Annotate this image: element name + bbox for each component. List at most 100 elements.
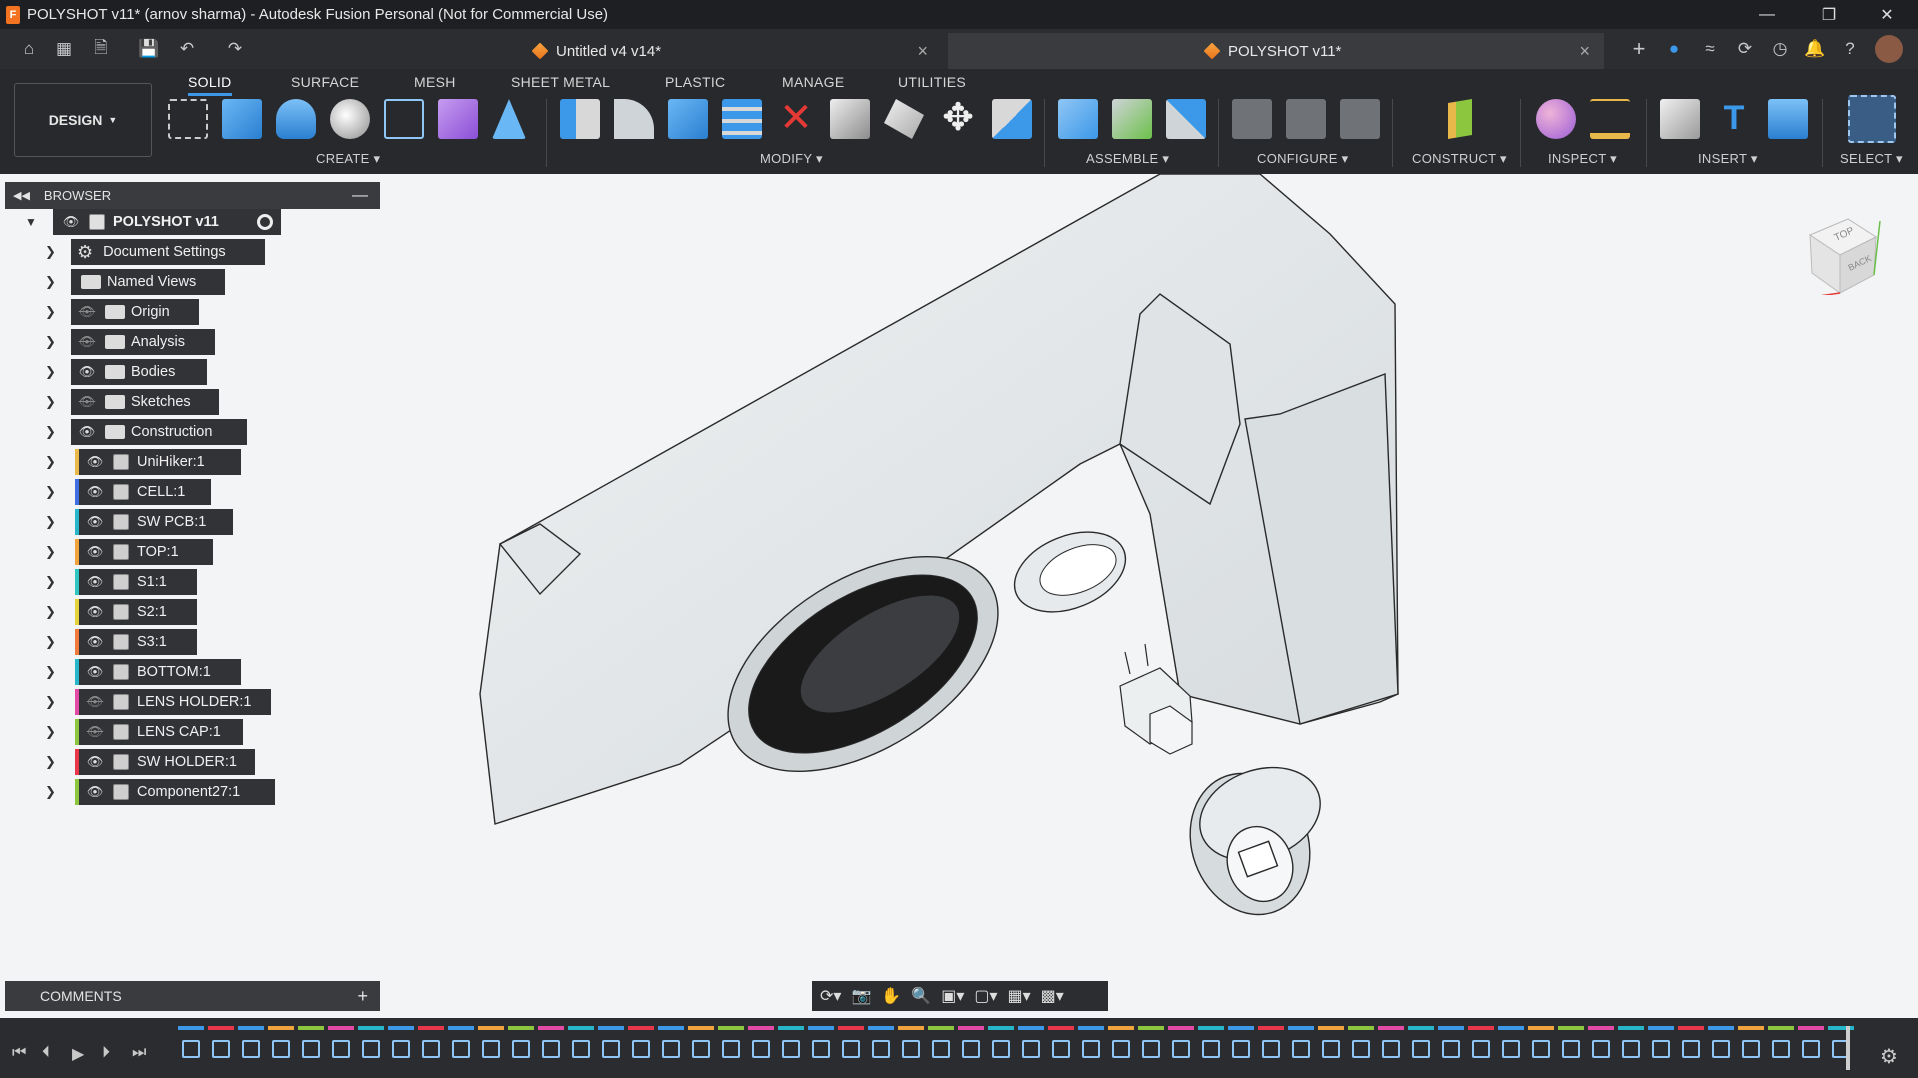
timeline-feature-icon[interactable] [1382, 1040, 1400, 1058]
timeline-feature-icon[interactable] [572, 1040, 590, 1058]
eye-icon[interactable]: 👁 [83, 754, 107, 770]
timeline-feature-icon[interactable] [782, 1040, 800, 1058]
step-back-icon[interactable]: ⏴ [42, 1044, 50, 1062]
timeline-feature-icon[interactable] [1712, 1040, 1730, 1058]
timeline-settings-icon[interactable]: ⚙ [1880, 1044, 1898, 1069]
timeline-feature-icon[interactable] [1622, 1040, 1640, 1058]
insert-canvas-icon[interactable] [1768, 99, 1808, 139]
tree-item[interactable]: ❯ 👁 Component27:1 [5, 779, 405, 805]
configure-table-icon[interactable] [1232, 99, 1272, 139]
tree-node[interactable]: 👁 Analysis [71, 329, 215, 355]
chevron-down-icon[interactable]: ▼ [25, 215, 37, 229]
chevron-right-icon[interactable]: ❯ [45, 514, 56, 530]
tab-plastic[interactable]: PLASTIC [665, 74, 725, 90]
group-modify[interactable]: MODIFY ▾ [760, 151, 823, 167]
timeline-feature-icon[interactable] [602, 1040, 620, 1058]
tree-node[interactable]: 👁 SW PCB:1 [75, 509, 233, 535]
timeline-feature-icon[interactable] [962, 1040, 980, 1058]
chevron-right-icon[interactable]: ❯ [45, 364, 56, 380]
extrude-icon[interactable] [222, 99, 262, 139]
as-built-joint-icon[interactable] [1166, 99, 1206, 139]
eye-hidden-icon[interactable]: 👁 [75, 394, 99, 410]
timeline-feature-icon[interactable] [1142, 1040, 1160, 1058]
eye-hidden-icon[interactable]: 👁 [83, 724, 107, 740]
eye-icon[interactable]: 👁 [83, 484, 107, 500]
chevron-right-icon[interactable]: ❯ [45, 484, 56, 500]
timeline-feature-icon[interactable] [1052, 1040, 1070, 1058]
timeline-feature-icon[interactable] [1022, 1040, 1040, 1058]
tree-node[interactable]: 👁 Sketches [71, 389, 219, 415]
tree-node[interactable]: 👁 SW HOLDER:1 [75, 749, 255, 775]
help-icon[interactable]: ? [1839, 38, 1861, 60]
insert-text-icon[interactable]: T [1714, 99, 1754, 139]
undo-icon[interactable]: ↶ [176, 38, 198, 60]
group-create[interactable]: CREATE ▾ [316, 151, 380, 167]
timeline-feature-icon[interactable] [1742, 1040, 1760, 1058]
align-icon[interactable] [992, 99, 1032, 139]
timeline-feature-icon[interactable] [1502, 1040, 1520, 1058]
pan-icon[interactable]: ✋ [881, 986, 901, 1006]
tree-item[interactable]: ❯ 👁 TOP:1 [5, 539, 405, 565]
press-pull-icon[interactable] [560, 99, 600, 139]
timeline-feature-icon[interactable] [1682, 1040, 1700, 1058]
lens-holder-component[interactable] [1171, 751, 1333, 931]
group-inspect[interactable]: INSPECT ▾ [1548, 151, 1617, 167]
eye-icon[interactable]: 👁 [59, 214, 83, 230]
close-tab-icon[interactable]: × [1579, 41, 1590, 62]
timeline-feature-icon[interactable] [452, 1040, 470, 1058]
tree-item[interactable]: ❯ 👁 LENS HOLDER:1 [5, 689, 405, 715]
minimize-panel-icon[interactable]: — [352, 187, 368, 205]
mirror-icon[interactable] [492, 99, 526, 139]
revolve-icon[interactable] [276, 99, 316, 139]
viewport-canvas[interactable] [380, 174, 1918, 980]
eye-icon[interactable]: 👁 [83, 514, 107, 530]
group-construct[interactable]: CONSTRUCT ▾ [1412, 151, 1507, 167]
split-body-icon[interactable] [884, 99, 924, 139]
group-insert[interactable]: INSERT ▾ [1698, 151, 1758, 167]
new-component-icon[interactable] [438, 99, 478, 139]
chevron-right-icon[interactable]: ❯ [45, 634, 56, 650]
tree-node[interactable]: 👁 S1:1 [75, 569, 197, 595]
timeline-feature-icon[interactable] [632, 1040, 650, 1058]
create-sketch-icon[interactable] [168, 99, 208, 139]
timeline-feature-icon[interactable] [1412, 1040, 1430, 1058]
job-status-icon[interactable]: ⟳ [1734, 38, 1756, 60]
timeline-feature-icon[interactable] [392, 1040, 410, 1058]
timeline-feature-icon[interactable] [242, 1040, 260, 1058]
fillet-icon[interactable] [614, 99, 654, 139]
app-grid-icon[interactable]: ▦ [53, 38, 75, 60]
look-at-icon[interactable]: 📷 [851, 986, 871, 1006]
tab-polyshot[interactable]: POLYSHOT v11* × [948, 33, 1604, 69]
data-panel-icon[interactable]: ≈ [1699, 38, 1721, 60]
timeline-feature-icon[interactable] [1802, 1040, 1820, 1058]
delete-icon[interactable]: ✕ [776, 98, 816, 139]
timeline-feature-icon[interactable] [752, 1040, 770, 1058]
tab-sheet-metal[interactable]: SHEET METAL [511, 74, 610, 90]
zoom-icon[interactable]: 🔍 [911, 986, 931, 1006]
eye-icon[interactable]: 👁 [83, 664, 107, 680]
tree-item[interactable]: ❯ ⚙ Document Settings [5, 239, 405, 265]
chevron-right-icon[interactable]: ❯ [45, 244, 56, 260]
chevron-right-icon[interactable]: ❯ [45, 664, 56, 680]
timeline-feature-icon[interactable] [932, 1040, 950, 1058]
timeline-feature-icon[interactable] [422, 1040, 440, 1058]
tree-node[interactable]: 👁 BOTTOM:1 [75, 659, 241, 685]
tree-node[interactable]: 👁 TOP:1 [75, 539, 213, 565]
tree-item[interactable]: ❯ 👁 Analysis [5, 329, 405, 355]
configure-rules-icon[interactable] [1286, 99, 1326, 139]
tree-item[interactable]: ❯ 👁 Sketches [5, 389, 405, 415]
tree-node[interactable]: ⚙ Document Settings [71, 239, 265, 265]
eye-icon[interactable]: 👁 [83, 784, 107, 800]
timeline-feature-icon[interactable] [332, 1040, 350, 1058]
timeline-feature-icon[interactable] [1652, 1040, 1670, 1058]
move-copy-icon[interactable]: ✥ [938, 99, 978, 139]
play-icon[interactable]: ▶ [72, 1044, 84, 1064]
notifications-bell-icon[interactable]: 🔔 [1804, 38, 1826, 60]
new-component-assemble-icon[interactable] [1112, 99, 1152, 139]
viewports-icon[interactable]: ▩▾ [1041, 986, 1064, 1006]
add-comment-icon[interactable]: + [357, 986, 368, 1007]
timeline-feature-icon[interactable] [1442, 1040, 1460, 1058]
timeline-feature-icon[interactable] [992, 1040, 1010, 1058]
eye-icon[interactable]: 👁 [83, 634, 107, 650]
workspace-switcher[interactable]: DESIGN ▼ [14, 83, 152, 157]
